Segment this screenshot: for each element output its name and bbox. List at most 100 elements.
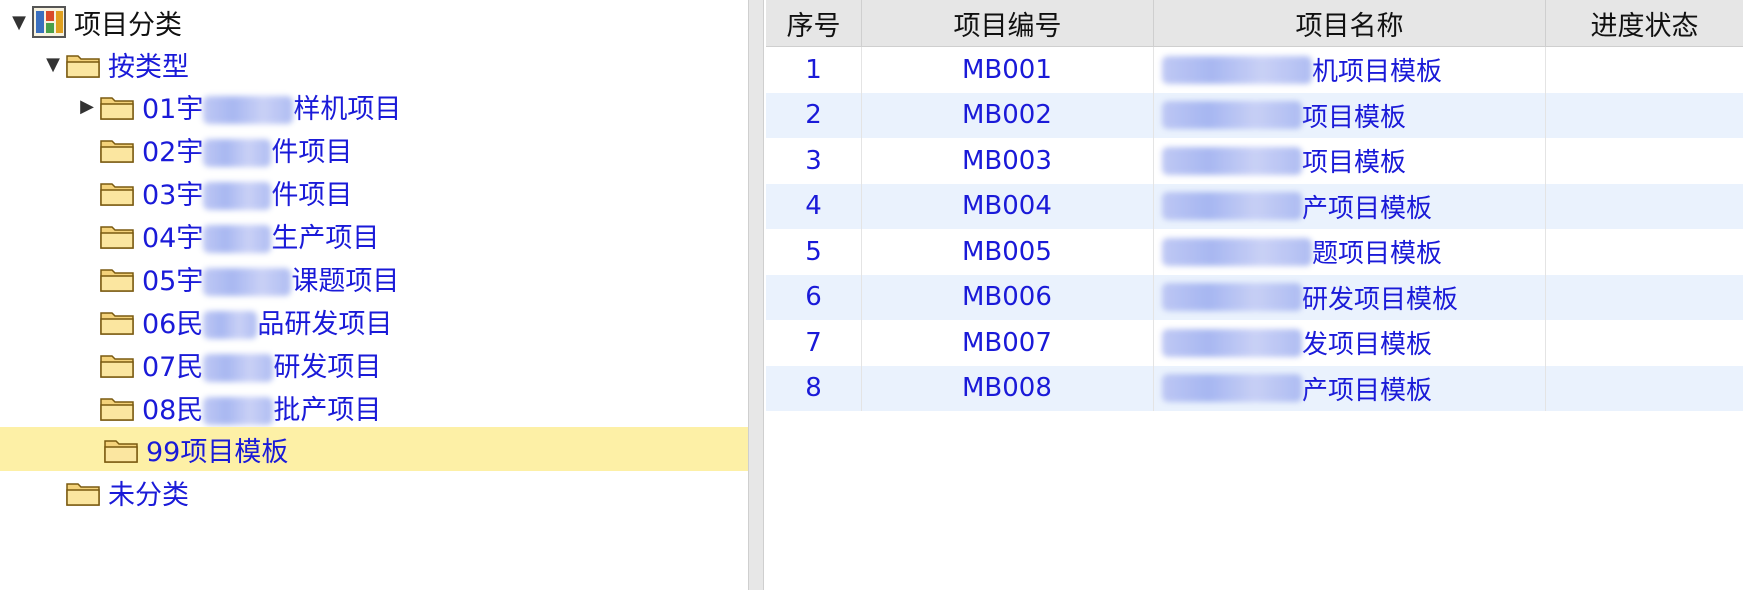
table-row[interactable]: 3 MB003 项目模板 — [766, 138, 1743, 184]
cell-code: MB002 — [862, 92, 1154, 138]
project-category-tree: ▼ 项目分类 ▼ 按类型 ▶01宇样机项目▶02宇件项目▶03宇件项目▶04宇生… — [0, 0, 750, 590]
collapse-arrow-icon[interactable]: ▼ — [40, 54, 66, 75]
redacted-text — [1162, 146, 1302, 175]
label-prefix: 06民 — [142, 308, 204, 340]
folder-icon — [100, 94, 134, 120]
cell-no: 6 — [766, 274, 862, 320]
cell-no: 7 — [766, 320, 862, 366]
label-prefix: 02宇 — [142, 136, 204, 168]
label-suffix: 生产项目 — [271, 222, 380, 254]
name-visible: 项目模板 — [1302, 102, 1407, 133]
cell-name: 题项目模板 — [1154, 229, 1546, 275]
tree-node-label: 99项目模板 — [146, 436, 289, 468]
tree-node-label: 04宇 生产项目 — [142, 216, 379, 255]
tree-node-label: 07民 研发项目 — [142, 345, 381, 384]
cell-no: 5 — [766, 229, 862, 275]
cell-name: 机项目模板 — [1154, 47, 1546, 93]
redacted-text — [203, 139, 272, 167]
cell-code: MB003 — [862, 138, 1154, 184]
column-header-code[interactable]: 项目编号 — [862, 0, 1154, 46]
cell-status — [1546, 320, 1743, 366]
folder-icon — [100, 180, 134, 206]
tree-node-root[interactable]: ▼ 项目分类 — [6, 0, 182, 44]
redacted-text — [203, 311, 258, 339]
label-prefix: 04宇 — [142, 222, 204, 254]
cell-status — [1546, 47, 1743, 93]
table-row[interactable]: 5 MB005 题项目模板 — [766, 229, 1743, 275]
folder-icon — [104, 437, 138, 463]
tree-node-item[interactable]: ▶ 01宇 样机项目 — [74, 84, 401, 128]
label-suffix: 批产项目 — [273, 394, 382, 426]
cell-no: 8 — [766, 365, 862, 411]
table-row[interactable]: 8 MB008 产项目模板 — [766, 365, 1743, 411]
column-header-status[interactable]: 进度状态 — [1546, 0, 1743, 46]
cell-name: 项目模板 — [1154, 138, 1546, 184]
project-template-grid: 序号 项目编号 项目名称 进度状态 1 MB001 机项目模板 2 MB002 项目模板 3… — [766, 0, 1743, 590]
tree-node-uncategorized[interactable]: 未分类 — [40, 470, 189, 514]
redacted-text — [1162, 374, 1302, 403]
name-visible: 机项目模板 — [1312, 57, 1443, 88]
name-visible: 题项目模板 — [1312, 239, 1443, 270]
label-suffix: 品研发项目 — [257, 308, 393, 340]
cell-name: 产项目模板 — [1154, 365, 1546, 411]
tree-node-label: 06民 品研发项目 — [142, 302, 392, 341]
collapse-arrow-icon[interactable]: ▼ — [6, 12, 32, 33]
table-row[interactable]: 1 MB001 机项目模板 — [766, 47, 1743, 93]
cell-name: 产项目模板 — [1154, 183, 1546, 229]
table-row[interactable]: 4 MB004 产项目模板 — [766, 183, 1743, 229]
label-suffix: 研发项目 — [273, 351, 382, 383]
name-visible: 项目模板 — [1302, 148, 1407, 179]
tree-node-label: 03宇 件项目 — [142, 173, 352, 212]
tree-node-item[interactable]: ▶07民研发项目 — [74, 342, 381, 386]
folder-icon — [100, 395, 134, 421]
tree-node-item[interactable]: ▶02宇件项目 — [74, 127, 352, 171]
label-prefix: 07民 — [142, 351, 204, 383]
tree-node-item[interactable]: ▶06民品研发项目 — [74, 299, 392, 343]
label-suffix: 件项目 — [271, 136, 353, 168]
cell-status — [1546, 93, 1743, 139]
tree-node-item[interactable]: ▶08民批产项目 — [74, 385, 381, 429]
cell-name: 发项目模板 — [1154, 320, 1546, 366]
folder-icon — [100, 223, 134, 249]
label-prefix: 03宇 — [142, 179, 204, 211]
column-header-no[interactable]: 序号 — [766, 0, 862, 46]
name-visible: 发项目模板 — [1302, 330, 1433, 361]
label-suffix: 样机项目 — [293, 93, 402, 125]
redacted-text — [1162, 328, 1302, 357]
category-grid-icon — [32, 5, 66, 39]
column-header-name[interactable]: 项目名称 — [1154, 0, 1546, 46]
folder-icon — [100, 352, 134, 378]
name-visible: 产项目模板 — [1302, 193, 1433, 224]
cell-code: MB004 — [862, 183, 1154, 229]
redacted-text — [1162, 55, 1312, 84]
label-prefix: 08民 — [142, 394, 204, 426]
table-row[interactable]: 7 MB007 发项目模板 — [766, 320, 1743, 366]
folder-icon — [100, 137, 134, 163]
expand-arrow-icon[interactable]: ▶ — [74, 96, 100, 117]
tree-node-item[interactable]: ▶03宇件项目 — [74, 170, 352, 214]
cell-name: 项目模板 — [1154, 92, 1546, 138]
folder-icon — [66, 52, 100, 78]
redacted-text — [203, 397, 274, 425]
cell-no: 3 — [766, 138, 862, 184]
cell-code: MB005 — [862, 229, 1154, 275]
redacted-text — [1162, 237, 1312, 266]
cell-code: MB001 — [862, 47, 1154, 93]
redacted-text — [203, 354, 274, 382]
name-visible: 研发项目模板 — [1302, 284, 1459, 315]
label-prefix: 05宇 — [142, 265, 204, 297]
panel-splitter[interactable] — [748, 0, 764, 590]
redacted-text — [1162, 283, 1302, 312]
table-row[interactable]: 2 MB002 项目模板 — [766, 92, 1743, 139]
name-visible: 产项目模板 — [1302, 375, 1433, 406]
redacted-text — [1162, 192, 1302, 221]
tree-node-item[interactable]: ▶05宇课题项目 — [74, 256, 399, 300]
tree-node-label: 按类型 — [108, 51, 189, 83]
tree-node-by-type[interactable]: ▼ 按类型 — [40, 42, 189, 86]
redacted-text — [203, 96, 294, 124]
folder-icon — [100, 309, 134, 335]
table-row[interactable]: 6 MB006 研发项目模板 — [766, 274, 1743, 320]
redacted-text — [203, 182, 272, 210]
tree-node-selected[interactable]: 99项目模板 — [0, 427, 750, 471]
tree-node-item[interactable]: ▶04宇生产项目 — [74, 213, 379, 257]
